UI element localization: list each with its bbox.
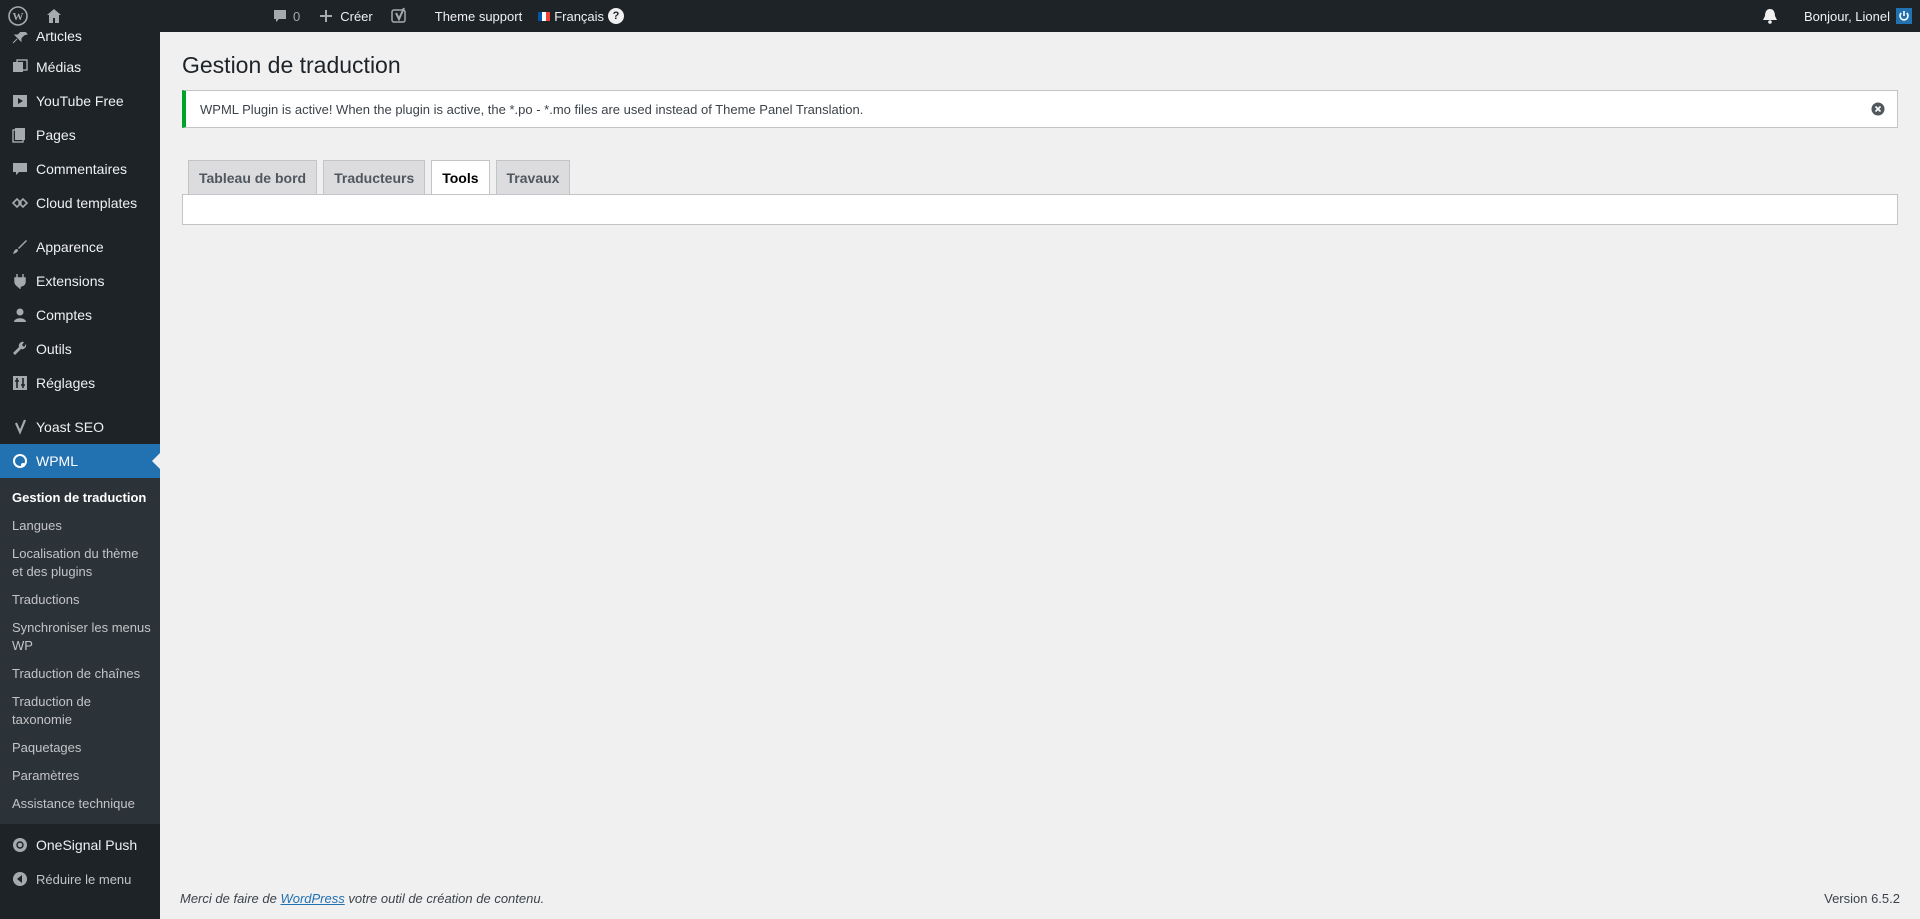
tab-traducteurs[interactable]: Traducteurs [323, 160, 426, 194]
collapse-menu-button[interactable]: Réduire le menu [0, 862, 160, 896]
bell-icon [1760, 6, 1780, 26]
success-notice: WPML Plugin is active! When the plugin i… [182, 90, 1898, 128]
appearance-icon [10, 237, 30, 257]
menu-youtube-free[interactable]: YouTube Free [0, 84, 160, 118]
tab-tools[interactable]: Tools [431, 160, 490, 195]
submenu-traductions[interactable]: Traductions [0, 586, 160, 614]
menu-separator [0, 220, 160, 230]
menu-pages-label: Pages [36, 127, 76, 143]
menu-pages[interactable]: Pages [0, 118, 160, 152]
menu-commentaires-label: Commentaires [36, 161, 128, 177]
submenu-parametres[interactable]: Paramètres [0, 762, 160, 790]
create-new-button[interactable]: Créer [308, 0, 381, 32]
submenu-synchroniser-menus[interactable]: Synchroniser les menus WP [0, 614, 160, 660]
menu-onesignal-push-label: OneSignal Push [36, 837, 138, 853]
collapse-icon [10, 869, 30, 889]
wpml-icon [10, 451, 30, 471]
cloud-templates-icon [10, 193, 30, 213]
flag-fr-icon [538, 11, 551, 21]
admin-sidebar: Articles Médias YouTube Free Pages Comme… [0, 28, 160, 919]
tab-bar: Tableau de bord Traducteurs Tools Travau… [188, 160, 576, 195]
submenu-traduction-chaines[interactable]: Traduction de chaînes [0, 660, 160, 688]
power-icon [1899, 11, 1909, 21]
admin-bar-right: Bonjour, Lionel [1752, 0, 1920, 32]
users-icon [10, 305, 30, 325]
plus-icon [316, 6, 336, 26]
settings-icon [10, 373, 30, 393]
avatar [1896, 8, 1912, 24]
wordpress-link[interactable]: WordPress [280, 891, 344, 906]
site-home-button[interactable] [36, 0, 72, 32]
language-switcher[interactable]: Français ? [530, 0, 632, 32]
greeting-label: Bonjour, Lionel [1803, 8, 1890, 24]
yoast-icon [10, 417, 30, 437]
youtube-icon [10, 91, 30, 111]
submenu-traduction-taxonomie[interactable]: Traduction de taxonomie [0, 688, 160, 734]
menu-extensions-label: Extensions [36, 273, 105, 289]
menu-apparence[interactable]: Apparence [0, 230, 160, 264]
notice-text: WPML Plugin is active! When the plugin i… [200, 101, 864, 117]
language-label: Français [554, 8, 605, 24]
menu-reglages-label: Réglages [36, 375, 96, 391]
tab-panel [182, 194, 1898, 225]
submenu-localisation[interactable]: Localisation du thème et des plugins [0, 540, 160, 586]
media-icon [10, 57, 30, 77]
menu-youtube-free-label: YouTube Free [36, 93, 124, 109]
help-icon[interactable]: ? [608, 8, 625, 24]
plugins-icon [10, 271, 30, 291]
comment-bubble-icon [270, 6, 290, 26]
create-label: Créer [340, 8, 373, 24]
wordpress-logo-button[interactable]: W [0, 0, 36, 32]
menu-wpml[interactable]: WPML [0, 444, 160, 478]
wordpress-icon: W [8, 6, 28, 26]
admin-bar: W 0 Créer Theme support Français ? Bonjo… [0, 0, 1920, 32]
menu-commentaires[interactable]: Commentaires [0, 152, 160, 186]
svg-text:W: W [13, 11, 24, 23]
menu-separator [0, 400, 160, 410]
menu-medias[interactable]: Médias [0, 50, 160, 84]
onesignal-icon [10, 835, 30, 855]
notifications-button[interactable] [1752, 0, 1788, 32]
page-title: Gestion de traduction [182, 52, 401, 78]
comments-icon [10, 159, 30, 179]
menu-yoast-seo[interactable]: Yoast SEO [0, 410, 160, 444]
submenu-langues[interactable]: Langues [0, 512, 160, 540]
footer-thanks: Merci de faire de WordPress votre outil … [180, 891, 544, 906]
tab-tableau-de-bord[interactable]: Tableau de bord [188, 160, 318, 194]
menu-comptes[interactable]: Comptes [0, 298, 160, 332]
menu-comptes-label: Comptes [36, 307, 93, 323]
comments-count: 0 [293, 8, 301, 24]
footer-text-before: Merci de faire de [180, 891, 281, 906]
menu-apparence-label: Apparence [36, 239, 104, 255]
menu-wpml-label: WPML [36, 453, 78, 469]
menu-yoast-seo-label: Yoast SEO [36, 419, 104, 435]
yoast-icon [389, 6, 409, 26]
tools-icon [10, 339, 30, 359]
footer-text-after: votre outil de création de contenu. [344, 891, 545, 906]
my-account-menu[interactable]: Bonjour, Lionel [1796, 0, 1920, 32]
collapse-menu-label: Réduire le menu [36, 871, 132, 887]
theme-support-link[interactable]: Theme support [427, 0, 530, 32]
menu-outils-label: Outils [36, 341, 72, 357]
comments-button[interactable]: 0 [262, 0, 308, 32]
yoast-adminbar-button[interactable] [381, 0, 417, 32]
main-content: Gestion de traduction WPML Plugin is act… [160, 32, 1920, 919]
close-icon [1871, 102, 1885, 116]
wpml-submenu: Gestion de traduction Langues Localisati… [0, 478, 160, 824]
menu-extensions[interactable]: Extensions [0, 264, 160, 298]
menu-cloud-templates[interactable]: Cloud templates [0, 186, 160, 220]
footer-version: Version 6.5.2 [1824, 891, 1900, 906]
pages-icon [10, 125, 30, 145]
tab-travaux[interactable]: Travaux [495, 160, 571, 194]
menu-cloud-templates-label: Cloud templates [36, 195, 138, 211]
menu-outils[interactable]: Outils [0, 332, 160, 366]
submenu-paquetages[interactable]: Paquetages [0, 734, 160, 762]
home-icon [44, 6, 64, 26]
submenu-assistance-technique[interactable]: Assistance technique [0, 790, 160, 818]
submenu-gestion-de-traduction[interactable]: Gestion de traduction [0, 484, 160, 512]
menu-medias-label: Médias [36, 59, 82, 75]
menu-reglages[interactable]: Réglages [0, 366, 160, 400]
menu-onesignal-push[interactable]: OneSignal Push [0, 828, 160, 862]
dismiss-notice-button[interactable] [1869, 100, 1887, 118]
